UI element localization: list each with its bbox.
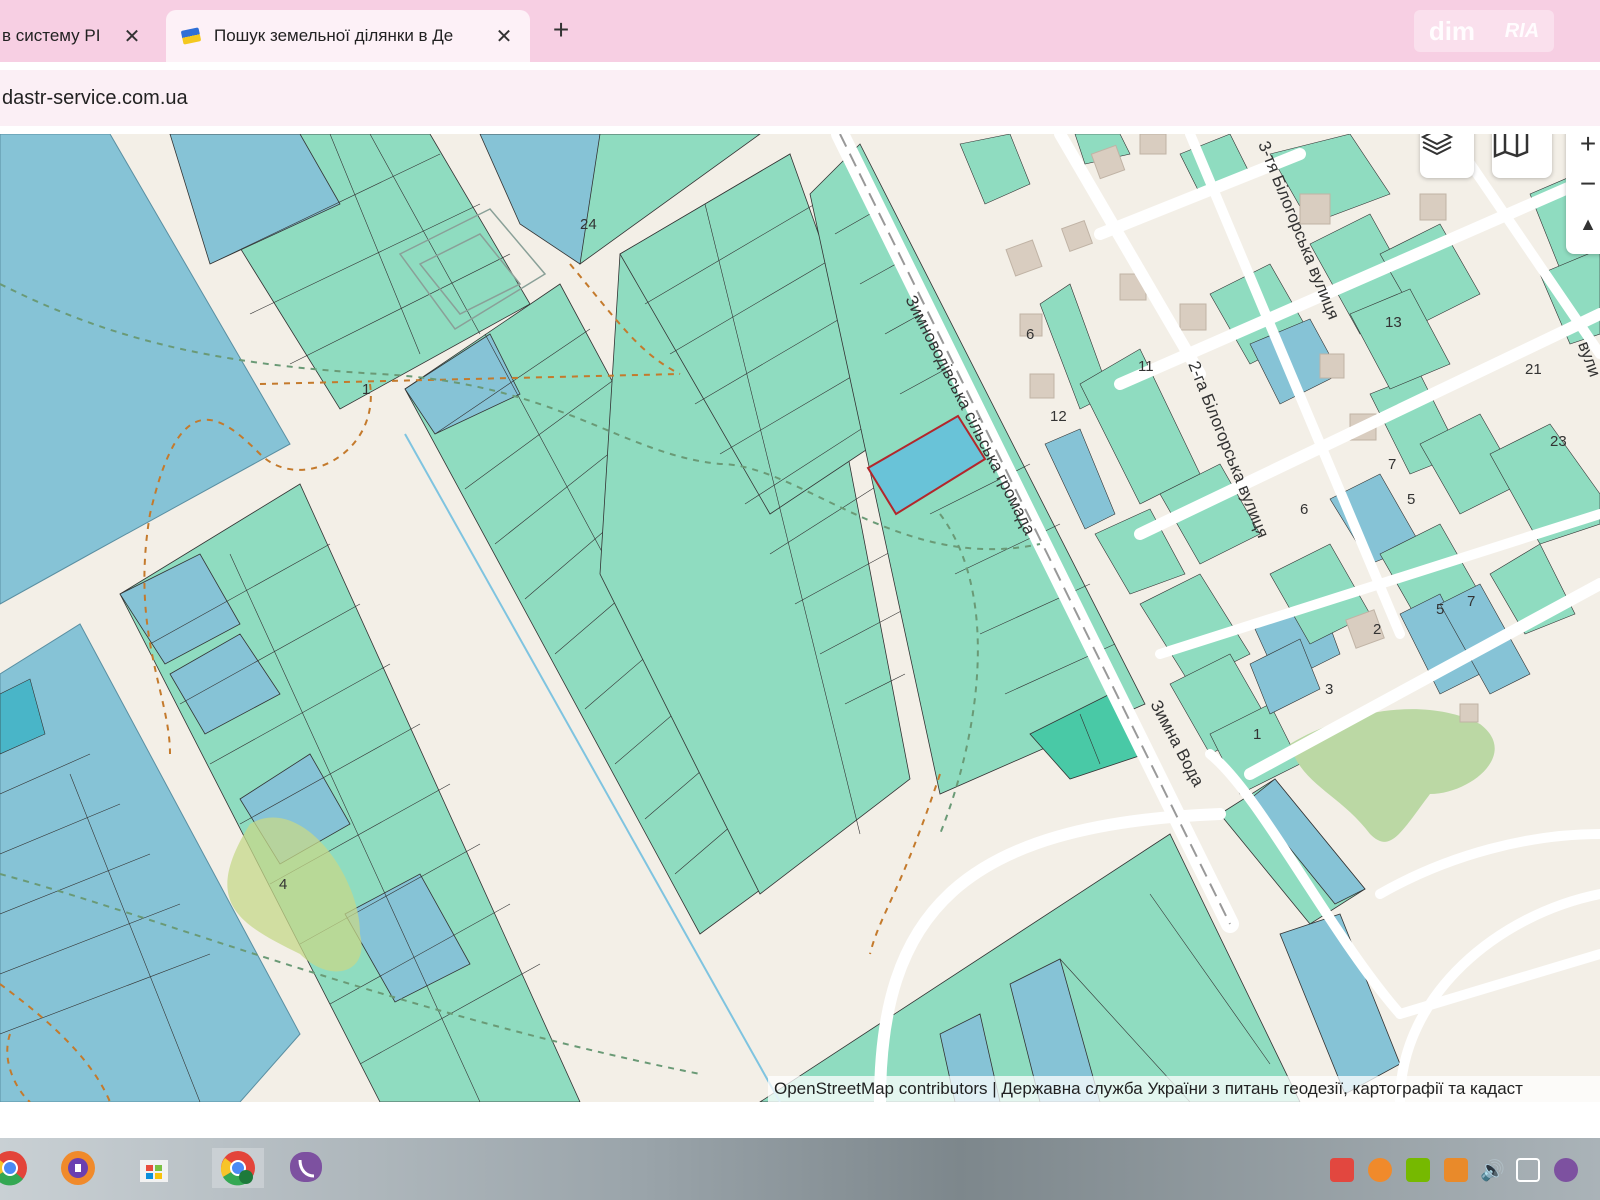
- map-attribution: OpenStreetMap contributors | Державна сл…: [768, 1076, 1600, 1102]
- compass-button[interactable]: ▲: [1566, 204, 1600, 244]
- close-tab-icon[interactable]: ✕: [120, 24, 144, 49]
- map-legend-button[interactable]: [1492, 134, 1552, 178]
- house-number: 13: [1385, 314, 1402, 331]
- volume-icon[interactable]: 🔊: [1480, 1158, 1505, 1182]
- house-number: 4: [279, 876, 287, 893]
- viber-icon[interactable]: [286, 1148, 326, 1188]
- tray-app-icon[interactable]: [1444, 1158, 1468, 1182]
- house-number: 5: [1407, 491, 1415, 508]
- new-tab-button[interactable]: +: [546, 14, 576, 46]
- house-number: 5: [1436, 601, 1444, 618]
- map-canvas[interactable]: Зимноводівська сільська громада 3-тя Біл…: [0, 134, 1600, 1102]
- avast-icon[interactable]: [1368, 1158, 1392, 1182]
- house-number: 2: [1373, 621, 1381, 638]
- chrome-profile-icon[interactable]: [212, 1148, 264, 1188]
- close-tab-icon[interactable]: ✕: [492, 24, 516, 49]
- ukraine-flag-icon: [180, 27, 202, 45]
- zoom-controls: + − ▲: [1566, 134, 1600, 254]
- house-number: 6: [1026, 326, 1034, 343]
- windows-store-icon[interactable]: [134, 1148, 174, 1188]
- zoom-out-button[interactable]: −: [1566, 164, 1600, 204]
- house-number: 24: [580, 216, 597, 233]
- layers-button[interactable]: [1420, 134, 1474, 178]
- tab-title: в систему РІ: [2, 26, 101, 45]
- house-number: 12: [1050, 408, 1067, 425]
- dim-ria-logo: dim RIA: [1414, 10, 1554, 52]
- map-book-icon: [1493, 134, 1529, 158]
- house-number: 23: [1550, 433, 1567, 450]
- address-bar[interactable]: dastr-service.com.ua: [0, 70, 1600, 126]
- tab-land-search[interactable]: Пошук земельної ділянки в Де ✕: [166, 10, 530, 62]
- tab-bar: в систему РІ ✕ Пошук земельної ділянки в…: [0, 0, 1600, 62]
- nvidia-icon[interactable]: [1406, 1158, 1430, 1182]
- brand-dim: dim: [1428, 15, 1476, 46]
- tab-title: Пошук земельної ділянки в Де: [214, 26, 454, 45]
- avast-secure-browser-icon[interactable]: [58, 1148, 98, 1188]
- house-number: 11: [1138, 358, 1154, 375]
- house-number: 7: [1388, 456, 1396, 473]
- chrome-icon[interactable]: [0, 1148, 30, 1188]
- anydesk-icon[interactable]: [1330, 1158, 1354, 1182]
- house-number: 1: [362, 381, 370, 398]
- viber-tray-icon[interactable]: [1554, 1158, 1578, 1182]
- zoom-in-button[interactable]: +: [1566, 134, 1600, 164]
- tab-login[interactable]: в систему РІ ✕: [0, 10, 162, 62]
- house-number: 3: [1325, 681, 1333, 698]
- windows-taskbar: 🔊: [0, 1138, 1600, 1200]
- layers-icon: [1420, 134, 1454, 156]
- house-number: 21: [1525, 361, 1542, 378]
- brand-ria: RIA: [1504, 19, 1540, 42]
- network-icon[interactable]: [1516, 1158, 1540, 1182]
- house-number: 6: [1300, 501, 1308, 518]
- house-number: 1: [1253, 726, 1261, 743]
- url-text[interactable]: dastr-service.com.ua: [2, 87, 188, 110]
- cadastral-map[interactable]: Зимноводівська сільська громада 3-тя Біл…: [0, 134, 1600, 1102]
- house-number: 7: [1467, 593, 1475, 610]
